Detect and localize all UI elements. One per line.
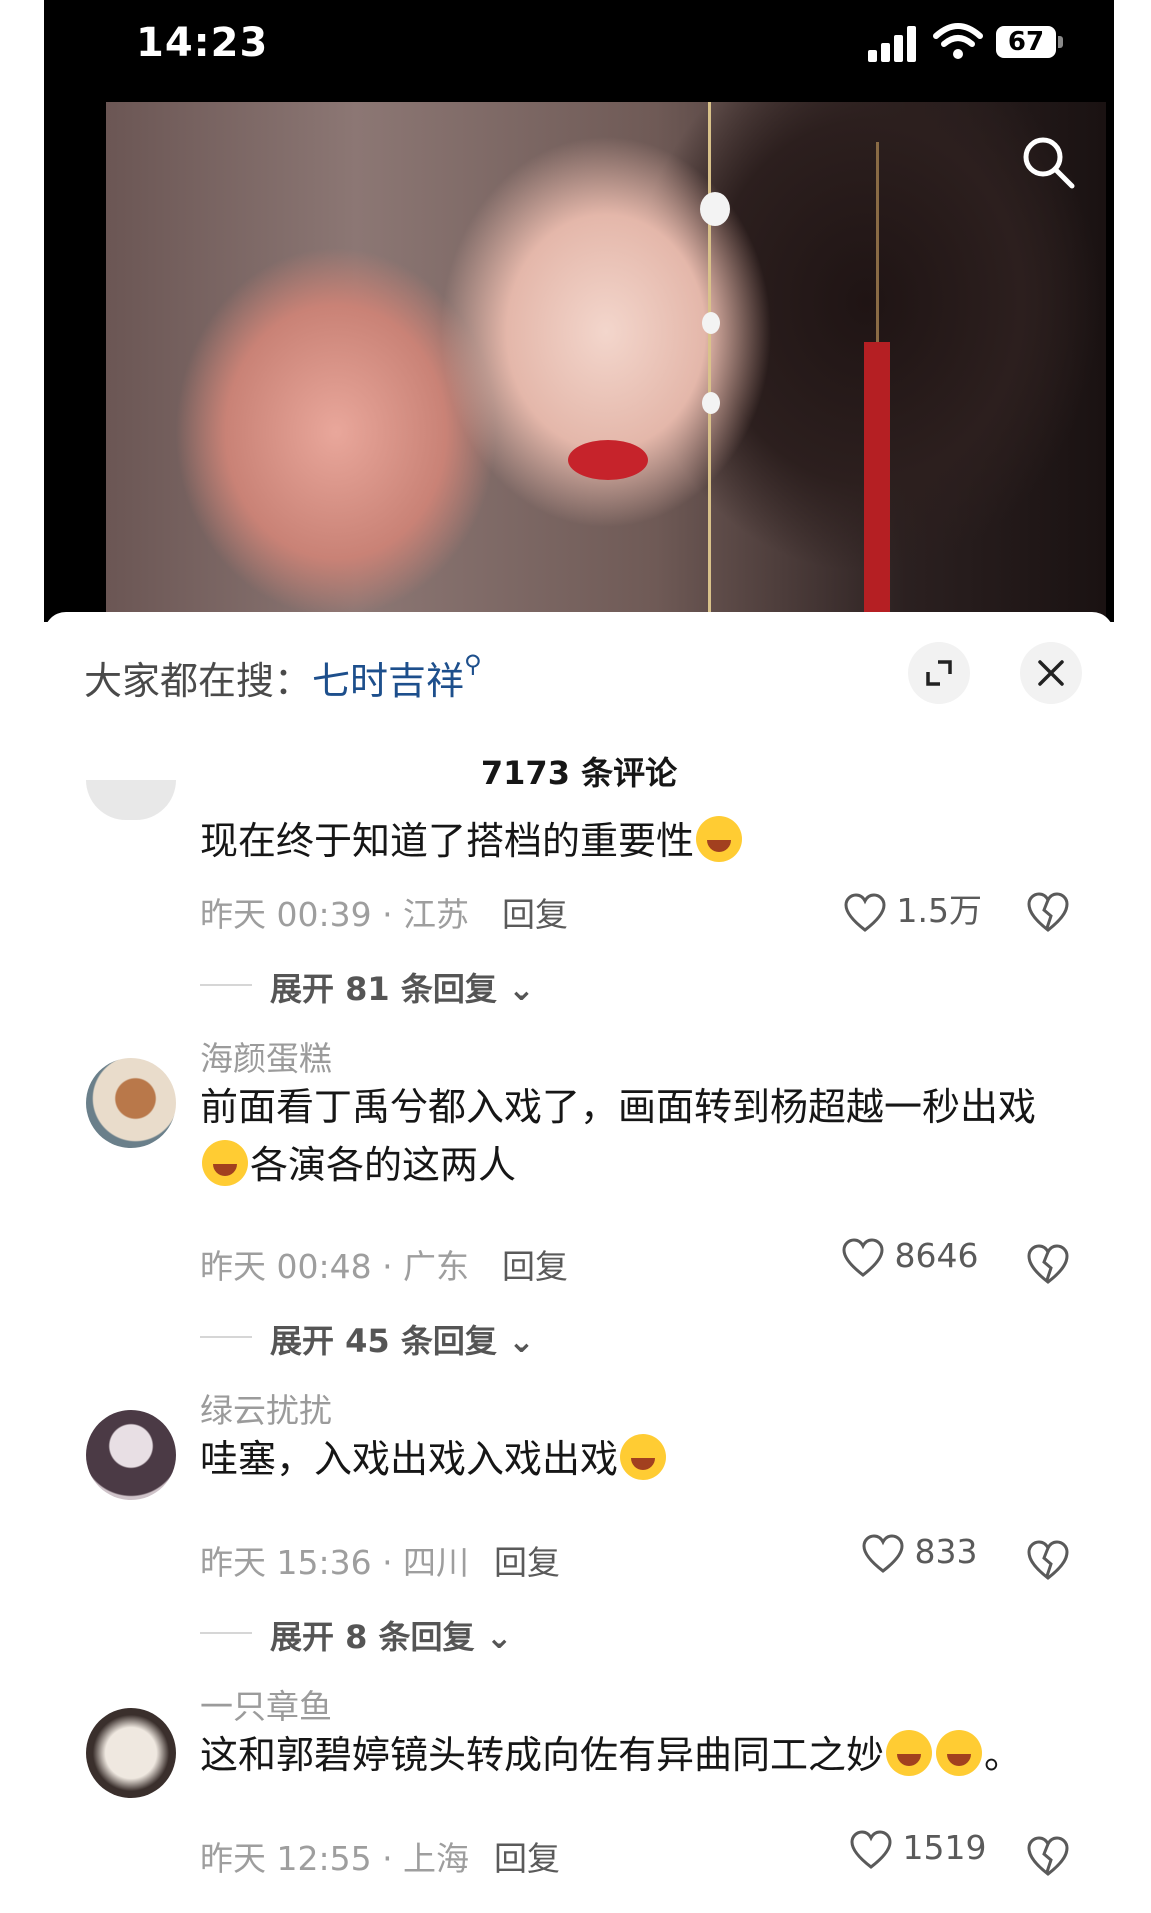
video-detail-tassel bbox=[864, 342, 890, 622]
close-icon bbox=[1038, 660, 1064, 686]
divider bbox=[200, 1632, 252, 1634]
heart-icon bbox=[844, 892, 886, 932]
username[interactable]: 一只章鱼 bbox=[200, 1680, 332, 1728]
like-button[interactable]: 833 bbox=[862, 1532, 978, 1574]
divider bbox=[200, 1336, 252, 1338]
like-count: 833 bbox=[914, 1532, 978, 1571]
like-button[interactable]: 1519 bbox=[850, 1828, 986, 1870]
expand-replies-button[interactable]: 展开 8 条回复 ⌄ bbox=[270, 1612, 513, 1658]
comment-meta: 昨天 15:36 · 四川 bbox=[200, 1543, 470, 1582]
hot-search-label: 大家都在搜： bbox=[84, 659, 313, 703]
video-frame bbox=[106, 102, 1106, 622]
dislike-button[interactable] bbox=[1026, 890, 1070, 934]
heart-icon bbox=[862, 1533, 904, 1573]
pleading-face-emoji-icon bbox=[620, 1434, 667, 1480]
like-count: 8646 bbox=[894, 1236, 979, 1275]
comment-meta: 昨天 00:48 · 广东 bbox=[200, 1247, 470, 1286]
wifi-icon bbox=[933, 23, 983, 59]
expand-replies-button[interactable]: 展开 81 条回复 ⌄ bbox=[270, 964, 535, 1010]
battery-indicator: 67 bbox=[996, 26, 1056, 58]
avatar[interactable] bbox=[86, 1058, 176, 1148]
like-count: 1.5万 bbox=[896, 891, 982, 930]
close-button[interactable] bbox=[1020, 642, 1082, 704]
comment-meta: 昨天 12:55 · 上海 bbox=[200, 1839, 470, 1878]
reply-button[interactable]: 回复 bbox=[494, 1832, 560, 1880]
video-detail-lips bbox=[568, 440, 648, 480]
comment-meta: 昨天 00:39 · 江苏 bbox=[200, 895, 470, 934]
status-bar: 14:23 67 bbox=[44, 0, 1114, 102]
avatar[interactable] bbox=[86, 1708, 176, 1798]
username[interactable]: 绿云扰扰 bbox=[200, 1384, 332, 1432]
laughing-tears-emoji-icon bbox=[936, 1730, 983, 1776]
video-detail-pearl bbox=[700, 192, 730, 226]
comment-text: 哇塞，入戏出戏入戏出戏 bbox=[200, 1430, 1060, 1488]
video-detail-earring bbox=[708, 102, 711, 622]
username[interactable]: 海颜蛋糕 bbox=[200, 1032, 332, 1080]
heart-icon bbox=[842, 1237, 884, 1277]
like-button[interactable]: 8646 bbox=[842, 1236, 978, 1278]
chevron-down-icon: ⌄ bbox=[507, 1322, 535, 1360]
avatar[interactable] bbox=[86, 1410, 176, 1500]
divider bbox=[200, 984, 252, 986]
video-player[interactable] bbox=[44, 102, 1114, 622]
grinning-sweat-emoji-icon bbox=[696, 816, 743, 862]
reply-button[interactable]: 回复 bbox=[494, 1536, 560, 1584]
heart-icon bbox=[850, 1829, 892, 1869]
reply-button[interactable]: 回复 bbox=[502, 888, 568, 936]
comment-count: 7173 条评论 bbox=[480, 754, 678, 792]
like-count: 1519 bbox=[902, 1828, 987, 1867]
dislike-button[interactable] bbox=[1026, 1242, 1070, 1286]
video-detail-pearl bbox=[702, 312, 720, 334]
cellular-signal-icon bbox=[868, 26, 920, 62]
comment-text: 前面看丁禹兮都入戏了，画面转到杨超越一秒出戏 各演各的这两人 bbox=[200, 1085, 1037, 1187]
broken-heart-icon bbox=[1027, 1836, 1069, 1876]
laughing-tears-emoji-icon bbox=[886, 1730, 933, 1776]
search-small-icon: ⚲ bbox=[464, 650, 482, 678]
comment-text: 现在终于知道了搭档的重要性 bbox=[200, 812, 1060, 870]
video-detail-pearl bbox=[702, 392, 720, 414]
search-icon[interactable] bbox=[1018, 132, 1078, 192]
dislike-button[interactable] bbox=[1026, 1834, 1070, 1878]
hot-search-term[interactable]: 七时吉祥 bbox=[312, 659, 464, 703]
app-frame: 14:23 67 大家都在搜：七时吉祥⚲ 7173 条评论 现在终于知道了搭档的… bbox=[44, 0, 1114, 1913]
chevron-down-icon: ⌄ bbox=[485, 1618, 513, 1656]
like-button[interactable]: 1.5万 bbox=[844, 884, 982, 933]
reply-button[interactable]: 回复 bbox=[502, 1240, 568, 1288]
broken-heart-icon bbox=[1027, 892, 1069, 932]
expand-replies-button[interactable]: 展开 45 条回复 ⌄ bbox=[270, 1316, 535, 1362]
dislike-button[interactable] bbox=[1026, 1538, 1070, 1582]
battery-cap bbox=[1058, 36, 1063, 48]
broken-heart-icon bbox=[1027, 1540, 1069, 1580]
hot-search-bar[interactable]: 大家都在搜：七时吉祥⚲ bbox=[84, 650, 482, 705]
status-time: 14:23 bbox=[136, 20, 269, 66]
expand-icon bbox=[926, 660, 952, 686]
comment-text: 这和郭碧婷镜头转成向佐有异曲同工之妙。 bbox=[200, 1726, 1060, 1784]
chevron-down-icon: ⌄ bbox=[507, 970, 535, 1008]
avatar[interactable] bbox=[86, 780, 176, 820]
laughing-tears-emoji-icon bbox=[202, 1140, 248, 1186]
comment-sheet: 大家都在搜：七时吉祥⚲ 7173 条评论 现在终于知道了搭档的重要性 昨天 00… bbox=[44, 612, 1114, 1913]
expand-button[interactable] bbox=[908, 642, 970, 704]
broken-heart-icon bbox=[1027, 1244, 1069, 1284]
